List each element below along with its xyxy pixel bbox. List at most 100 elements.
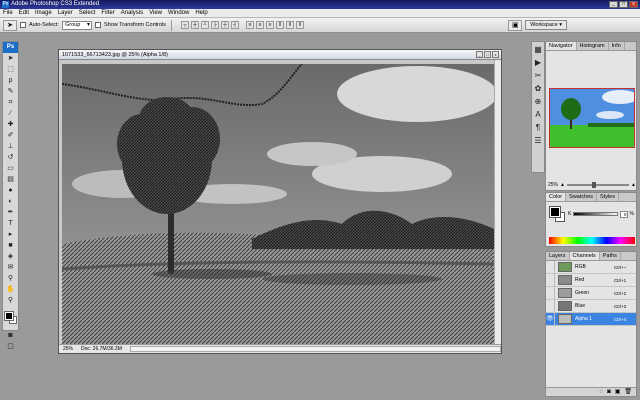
zoom-in-icon[interactable]: ▲ xyxy=(631,182,636,188)
slice-tool-icon[interactable]: ⁄ xyxy=(4,109,17,119)
move-tool-preset-icon[interactable]: ➤ xyxy=(3,19,17,31)
tab-histogram[interactable]: Histogram xyxy=(577,42,609,50)
3d-rotate-tool-icon[interactable]: ◈ xyxy=(4,252,17,262)
distribute-bottom-icon[interactable]: ≡ xyxy=(266,21,275,29)
eyedropper-tool-icon[interactable]: ⚲ xyxy=(4,274,17,284)
channel-row-rgb[interactable]: RGB Ctrl+~ xyxy=(546,260,636,274)
align-middle-icon[interactable]: ┼ xyxy=(191,21,200,29)
horizontal-scrollbar[interactable] xyxy=(129,346,501,352)
align-center-icon[interactable]: ┼ xyxy=(221,21,230,29)
notes-tool-icon[interactable]: ✉ xyxy=(4,263,17,273)
menu-window[interactable]: Window xyxy=(168,10,189,16)
distribute-top-icon[interactable]: ≡ xyxy=(246,21,255,29)
tab-info[interactable]: Info xyxy=(609,42,625,50)
vertical-scrollbar[interactable] xyxy=(494,60,501,347)
type-tool-icon[interactable]: T xyxy=(4,219,17,229)
menu-file[interactable]: File xyxy=(3,10,13,16)
close-button[interactable]: x xyxy=(629,1,638,8)
distribute-center-icon[interactable]: ‖ xyxy=(286,21,295,29)
clone-stamp-tool-icon[interactable]: ⊥ xyxy=(4,142,17,152)
hand-tool-icon[interactable]: ✋ xyxy=(4,285,17,295)
document-zoom[interactable]: 25% xyxy=(63,345,73,353)
navigator-thumbnail[interactable] xyxy=(549,88,635,148)
maximize-button[interactable]: □ xyxy=(619,1,628,8)
minimize-button[interactable]: _ xyxy=(609,1,618,8)
zoom-tool-icon[interactable]: ⚲ xyxy=(4,296,17,306)
quick-mask-icon[interactable]: ◙ xyxy=(4,331,17,341)
doc-maximize-button[interactable]: □ xyxy=(484,51,491,58)
auto-select-checkbox[interactable] xyxy=(20,22,26,28)
k-value-input[interactable]: 0 xyxy=(619,210,628,218)
visibility-toggle[interactable] xyxy=(546,273,555,287)
bridge-icon[interactable]: ▣ xyxy=(508,19,523,31)
save-selection-icon[interactable]: ◙ xyxy=(607,388,611,396)
load-selection-icon[interactable]: ◌ xyxy=(600,388,604,396)
image-canvas[interactable] xyxy=(62,64,494,344)
distribute-right-icon[interactable]: ‖ xyxy=(296,21,305,29)
distribute-left-icon[interactable]: ‖ xyxy=(276,21,285,29)
history-brush-tool-icon[interactable]: ↺ xyxy=(4,153,17,163)
pen-tool-icon[interactable]: ✒ xyxy=(4,208,17,218)
channel-row-blue[interactable]: Blue Ctrl+3 xyxy=(546,299,636,313)
eye-icon[interactable]: 👁 xyxy=(546,312,555,326)
color-swatches[interactable] xyxy=(3,310,18,330)
paragraph-panel-icon[interactable]: ¶ xyxy=(532,123,544,133)
distribute-middle-icon[interactable]: ≡ xyxy=(256,21,265,29)
menu-help[interactable]: Help xyxy=(195,10,207,16)
tab-color[interactable]: Color xyxy=(546,193,567,201)
foreground-color-swatch[interactable] xyxy=(4,311,14,321)
menu-layer[interactable]: Layer xyxy=(58,10,73,16)
tab-paths[interactable]: Paths xyxy=(600,252,621,260)
trash-icon[interactable]: 🗑 xyxy=(624,388,632,396)
history-panel-icon[interactable]: ▦ xyxy=(532,45,544,55)
brushes-panel-icon[interactable]: ✿ xyxy=(532,84,544,94)
k-slider[interactable] xyxy=(573,212,618,216)
show-transform-checkbox[interactable] xyxy=(94,22,101,28)
channel-row-alpha-1[interactable]: 👁 Alpha 1 Ctrl+4 xyxy=(546,312,636,326)
gradient-tool-icon[interactable]: ▤ xyxy=(4,175,17,185)
character-panel-icon[interactable]: A xyxy=(532,110,544,120)
menu-view[interactable]: View xyxy=(149,10,162,16)
marquee-tool-icon[interactable]: ⬚ xyxy=(4,65,17,75)
eraser-tool-icon[interactable]: ▭ xyxy=(4,164,17,174)
menu-edit[interactable]: Edit xyxy=(19,10,29,16)
path-selection-tool-icon[interactable]: ▸ xyxy=(4,230,17,240)
layer-comps-icon[interactable]: ☰ xyxy=(532,136,544,146)
align-top-icon[interactable]: ┬ xyxy=(181,21,190,29)
doc-close-button[interactable]: x xyxy=(492,51,499,58)
align-right-icon[interactable]: ┤ xyxy=(231,21,240,29)
quick-select-tool-icon[interactable]: ✎ xyxy=(4,87,17,97)
menu-image[interactable]: Image xyxy=(35,10,52,16)
navigator-zoom-value[interactable]: 25% xyxy=(548,182,558,188)
visibility-toggle[interactable] xyxy=(546,260,555,274)
clone-source-icon[interactable]: ⊕ xyxy=(532,97,544,107)
brush-tool-icon[interactable]: ✐ xyxy=(4,131,17,141)
tab-navigator[interactable]: Navigator xyxy=(546,42,577,50)
align-bottom-icon[interactable]: ┴ xyxy=(201,21,210,29)
tab-layers[interactable]: Layers xyxy=(546,252,570,260)
tool-presets-icon[interactable]: ✂ xyxy=(532,71,544,81)
lasso-tool-icon[interactable]: ρ xyxy=(4,76,17,86)
document-info[interactable]: Doc: 26.7M/36.3M xyxy=(81,345,122,353)
document-title-bar[interactable]: 1071533_66713423.jpg @ 25% (Alpha 1/8) _… xyxy=(59,50,501,60)
navigator-zoom-slider[interactable] xyxy=(566,182,630,188)
zoom-slider-knob[interactable] xyxy=(591,182,596,188)
healing-brush-tool-icon[interactable]: ✚ xyxy=(4,120,17,130)
channel-row-green[interactable]: Green Ctrl+2 xyxy=(546,286,636,300)
color-spectrum-ramp[interactable] xyxy=(549,237,635,244)
channel-row-red[interactable]: Red Ctrl+1 xyxy=(546,273,636,287)
align-left-icon[interactable]: ├ xyxy=(211,21,220,29)
visibility-toggle[interactable] xyxy=(546,286,555,300)
tab-styles[interactable]: Styles xyxy=(597,193,619,201)
doc-minimize-button[interactable]: _ xyxy=(476,51,483,58)
workspace-button[interactable]: Workspace ▾ xyxy=(525,20,567,30)
shape-tool-icon[interactable]: ■ xyxy=(4,241,17,251)
actions-panel-icon[interactable]: ▶ xyxy=(532,58,544,68)
menu-filter[interactable]: Filter xyxy=(101,10,114,16)
screen-mode-icon[interactable]: ▢ xyxy=(4,342,17,352)
menu-select[interactable]: Select xyxy=(79,10,96,16)
auto-select-dropdown[interactable]: Group xyxy=(61,20,92,30)
menu-analysis[interactable]: Analysis xyxy=(121,10,143,16)
dodge-tool-icon[interactable]: ◐ xyxy=(4,197,17,207)
new-channel-icon[interactable]: ▣ xyxy=(615,388,621,396)
